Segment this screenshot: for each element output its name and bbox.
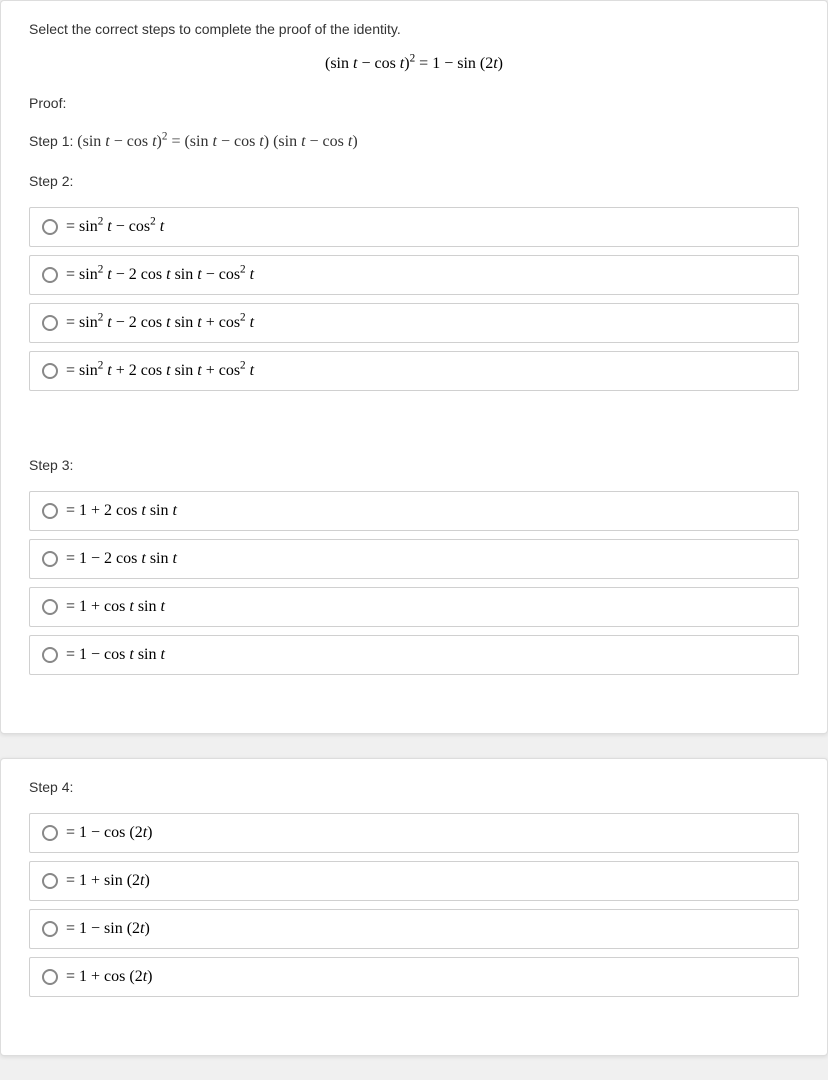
radio-icon (42, 599, 58, 615)
step2-option-2[interactable]: = sin2 t − 2 cos t sin t − cos2 t (29, 255, 799, 295)
option-text: = 1 − cos t sin t (66, 646, 165, 664)
option-text: = 1 − 2 cos t sin t (66, 550, 177, 568)
step-3-label: Step 3: (29, 457, 799, 473)
option-text: = 1 + sin (2t) (66, 872, 150, 890)
radio-icon (42, 873, 58, 889)
proof-label: Proof: (29, 95, 799, 111)
step3-option-1[interactable]: = 1 + 2 cos t sin t (29, 491, 799, 531)
radio-icon (42, 825, 58, 841)
option-text: = sin2 t − cos2 t (66, 218, 164, 236)
identity-equation: (sin t − cos t)2 = 1 − sin (2t) (29, 55, 799, 73)
question-card-1: Select the correct steps to complete the… (0, 0, 828, 734)
option-text: = 1 + cos (2t) (66, 968, 152, 986)
option-text: = 1 − cos (2t) (66, 824, 152, 842)
radio-icon (42, 219, 58, 235)
step2-option-3[interactable]: = sin2 t − 2 cos t sin t + cos2 t (29, 303, 799, 343)
step-2-label: Step 2: (29, 173, 799, 189)
radio-icon (42, 503, 58, 519)
option-text: = sin2 t + 2 cos t sin t + cos2 t (66, 362, 254, 380)
radio-icon (42, 969, 58, 985)
step4-option-2[interactable]: = 1 + sin (2t) (29, 861, 799, 901)
option-text: = 1 − sin (2t) (66, 920, 150, 938)
step4-option-1[interactable]: = 1 − cos (2t) (29, 813, 799, 853)
step2-option-4[interactable]: = sin2 t + 2 cos t sin t + cos2 t (29, 351, 799, 391)
step-1-label: Step 1: (29, 133, 73, 149)
radio-icon (42, 267, 58, 283)
step4-option-3[interactable]: = 1 − sin (2t) (29, 909, 799, 949)
radio-icon (42, 921, 58, 937)
question-card-2: Step 4: = 1 − cos (2t) = 1 + sin (2t) = … (0, 758, 828, 1056)
option-text: = sin2 t − 2 cos t sin t + cos2 t (66, 314, 254, 332)
option-text: = sin2 t − 2 cos t sin t − cos2 t (66, 266, 254, 284)
step-4-label: Step 4: (29, 779, 799, 795)
radio-icon (42, 647, 58, 663)
step-1: Step 1: (sin t − cos t)2 = (sin t − cos … (29, 133, 799, 151)
instruction-text: Select the correct steps to complete the… (29, 21, 799, 37)
step3-option-4[interactable]: = 1 − cos t sin t (29, 635, 799, 675)
option-text: = 1 + 2 cos t sin t (66, 502, 177, 520)
radio-icon (42, 551, 58, 567)
option-text: = 1 + cos t sin t (66, 598, 165, 616)
radio-icon (42, 315, 58, 331)
step3-option-2[interactable]: = 1 − 2 cos t sin t (29, 539, 799, 579)
radio-icon (42, 363, 58, 379)
step4-option-4[interactable]: = 1 + cos (2t) (29, 957, 799, 997)
step-1-expression: (sin t − cos t)2 = (sin t − cos t) (sin … (77, 133, 357, 150)
step2-option-1[interactable]: = sin2 t − cos2 t (29, 207, 799, 247)
step3-option-3[interactable]: = 1 + cos t sin t (29, 587, 799, 627)
